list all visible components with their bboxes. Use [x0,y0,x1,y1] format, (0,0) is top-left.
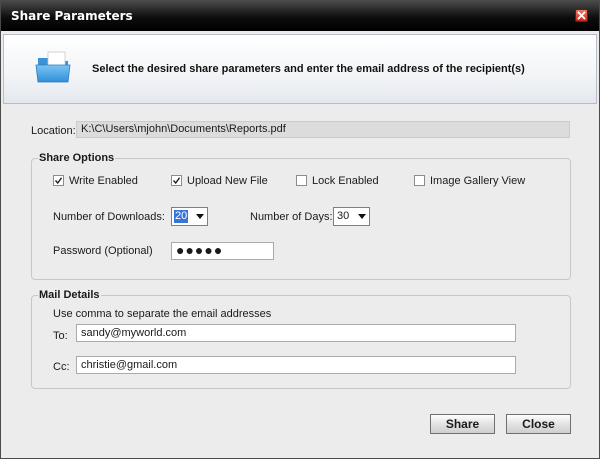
image-gallery-view-label: Image Gallery View [430,175,526,187]
share-parameters-dialog: Share Parameters Select the desired shar… [0,0,600,459]
image-gallery-view-checkbox[interactable] [414,175,425,186]
to-label: To: [53,330,68,342]
instruction-header: Select the desired share parameters and … [3,34,597,104]
folder-icon [35,51,71,83]
lock-enabled-checkbox[interactable] [296,175,307,186]
cc-input[interactable]: christie@gmail.com [76,356,516,374]
instruction-text: Select the desired share parameters and … [92,63,525,75]
upload-new-file-checkbox[interactable] [171,175,182,186]
password-label: Password (Optional) [53,245,153,257]
dialog-title: Share Parameters [11,9,133,23]
chevron-down-icon [196,214,204,219]
title-bar[interactable]: Share Parameters [1,1,599,31]
share-button[interactable]: Share [430,414,495,434]
days-label: Number of Days: [250,211,333,223]
to-input[interactable]: sandy@myworld.com [76,324,516,342]
close-button[interactable]: Close [506,414,571,434]
checkmark-icon [172,177,181,185]
days-select[interactable]: 30 [333,207,370,226]
email-hint: Use comma to separate the email addresse… [53,308,272,320]
location-label: Location: [31,125,76,137]
close-window-button[interactable] [575,9,588,22]
downloads-label: Number of Downloads: [53,211,165,223]
downloads-select[interactable]: 20 [171,207,208,226]
upload-new-file-label: Upload New File [187,175,268,187]
write-enabled-label: Write Enabled [69,175,138,187]
chevron-down-icon [358,214,366,219]
checkmark-icon [54,177,63,185]
days-value: 30 [337,210,350,222]
lock-enabled-label: Lock Enabled [312,175,379,187]
password-input[interactable]: ●●●●● [171,242,274,260]
downloads-value: 20 [174,210,189,223]
close-icon [577,11,586,20]
write-enabled-checkbox[interactable] [53,175,64,186]
cc-label: Cc: [53,361,70,373]
location-field: K:\C\Users\mjohn\Documents\Reports.pdf [76,121,570,138]
share-options-legend: Share Options [38,152,116,164]
mail-details-legend: Mail Details [38,289,101,301]
